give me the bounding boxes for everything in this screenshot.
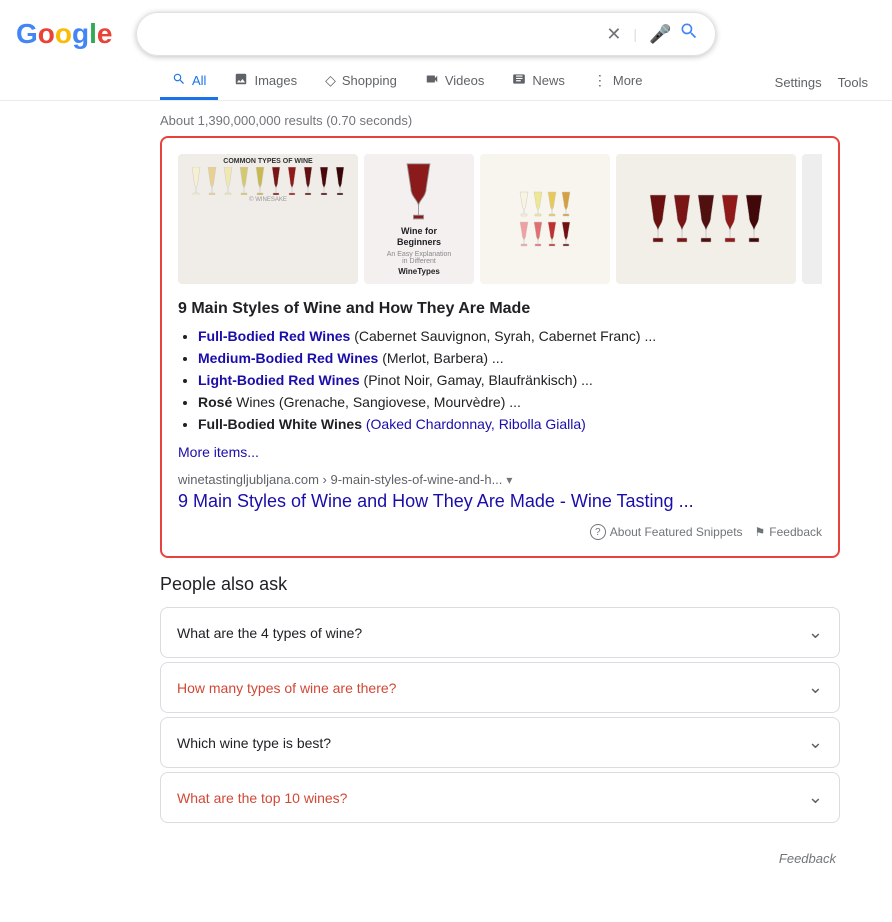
header: Google types of wine ✕ | 🎤: [0, 0, 892, 56]
tab-all-label: All: [192, 73, 206, 88]
people-also-ask-section: People also ask What are the 4 types of …: [160, 574, 840, 823]
flag-icon: ⚑: [755, 525, 766, 539]
list-item: Rosé Wines (Grenache, Sangiovese, Mourvè…: [198, 394, 822, 410]
shopping-tab-icon: ◇: [325, 72, 336, 89]
search-submit-icon[interactable]: [679, 21, 699, 47]
snippet-image-5[interactable]: [802, 154, 822, 284]
tab-shopping[interactable]: ◇ Shopping: [313, 64, 409, 100]
url-dropdown-arrow[interactable]: ▾: [506, 473, 512, 487]
snippet-image-2[interactable]: Wine forBeginners An Easy Explanationin …: [364, 154, 474, 284]
question-circle-icon: ?: [590, 524, 606, 540]
chevron-down-icon-4: ⌄: [808, 787, 823, 808]
clear-icon[interactable]: ✕: [606, 24, 621, 45]
search-input[interactable]: types of wine: [153, 25, 598, 43]
snippet-title: 9 Main Styles of Wine and How They Are M…: [178, 300, 822, 318]
nav-tabs: All Images ◇ Shopping Videos News ⋮ More…: [0, 56, 892, 101]
snippet-feedback-link[interactable]: ⚑ Feedback: [755, 525, 822, 539]
tab-images[interactable]: Images: [222, 64, 309, 100]
bottom-feedback: Feedback: [0, 843, 860, 874]
snippet-list: Full-Bodied Red Wines (Cabernet Sauvigno…: [178, 328, 822, 432]
news-tab-icon: [512, 72, 526, 89]
paa-question-2: How many types of wine are there?: [177, 680, 396, 696]
more-tab-icon: ⋮: [593, 72, 607, 89]
list-item: Full-Bodied Red Wines (Cabernet Sauvigno…: [198, 328, 822, 344]
tab-images-label: Images: [254, 73, 297, 88]
paa-question-1: What are the 4 types of wine?: [177, 625, 362, 641]
list-item: Full-Bodied White Wines (Oaked Chardonna…: [198, 416, 822, 432]
tools-link[interactable]: Tools: [838, 75, 868, 90]
search-tab-icon: [172, 72, 186, 89]
tab-shopping-label: Shopping: [342, 73, 397, 88]
tab-videos-label: Videos: [445, 73, 485, 88]
google-logo: Google: [16, 18, 112, 50]
chevron-down-icon-1: ⌄: [808, 622, 823, 643]
snippet-image-3[interactable]: [480, 154, 610, 284]
about-snippets-link[interactable]: ? About Featured Snippets: [590, 524, 743, 540]
tab-news[interactable]: News: [500, 64, 577, 100]
chevron-down-icon-2: ⌄: [808, 677, 823, 698]
settings-link[interactable]: Settings: [775, 75, 822, 90]
result-title-link[interactable]: 9 Main Styles of Wine and How They Are M…: [178, 491, 694, 511]
mic-icon[interactable]: 🎤: [649, 24, 671, 45]
list-item: Light-Bodied Red Wines (Pinot Noir, Gama…: [198, 372, 822, 388]
results-count: About 1,390,000,000 results (0.70 second…: [0, 101, 892, 136]
paa-title: People also ask: [160, 574, 840, 595]
snippet-image-4[interactable]: [616, 154, 796, 284]
source-url: winetastingljubljana.com › 9-main-styles…: [178, 472, 822, 487]
chevron-down-icon-3: ⌄: [808, 732, 823, 753]
main-content: COMMON TYPES OF WINE: [0, 136, 860, 823]
more-items-link[interactable]: More items...: [178, 444, 822, 460]
paa-item-4[interactable]: What are the top 10 wines? ⌄: [160, 772, 840, 823]
bottom-feedback-link: Feedback: [779, 851, 836, 866]
list-item: Medium-Bodied Red Wines (Merlot, Barbera…: [198, 350, 822, 366]
paa-item-2[interactable]: How many types of wine are there? ⌄: [160, 662, 840, 713]
image-strip: COMMON TYPES OF WINE: [178, 154, 822, 284]
snippet-footer: ? About Featured Snippets ⚑ Feedback: [178, 524, 822, 540]
images-tab-icon: [234, 72, 248, 89]
paa-item-1[interactable]: What are the 4 types of wine? ⌄: [160, 607, 840, 658]
tab-videos[interactable]: Videos: [413, 64, 497, 100]
paa-item-3[interactable]: Which wine type is best? ⌄: [160, 717, 840, 768]
tab-news-label: News: [532, 73, 565, 88]
videos-tab-icon: [425, 72, 439, 89]
snippet-image-1[interactable]: COMMON TYPES OF WINE: [178, 154, 358, 284]
nav-settings: Settings Tools: [775, 75, 892, 90]
tab-all[interactable]: All: [160, 64, 218, 100]
featured-snippet: COMMON TYPES OF WINE: [160, 136, 840, 558]
search-bar[interactable]: types of wine ✕ | 🎤: [136, 12, 716, 56]
tab-more-label: More: [613, 73, 643, 88]
tab-more[interactable]: ⋮ More: [581, 64, 655, 100]
paa-question-3: Which wine type is best?: [177, 735, 331, 751]
paa-question-4: What are the top 10 wines?: [177, 790, 347, 806]
